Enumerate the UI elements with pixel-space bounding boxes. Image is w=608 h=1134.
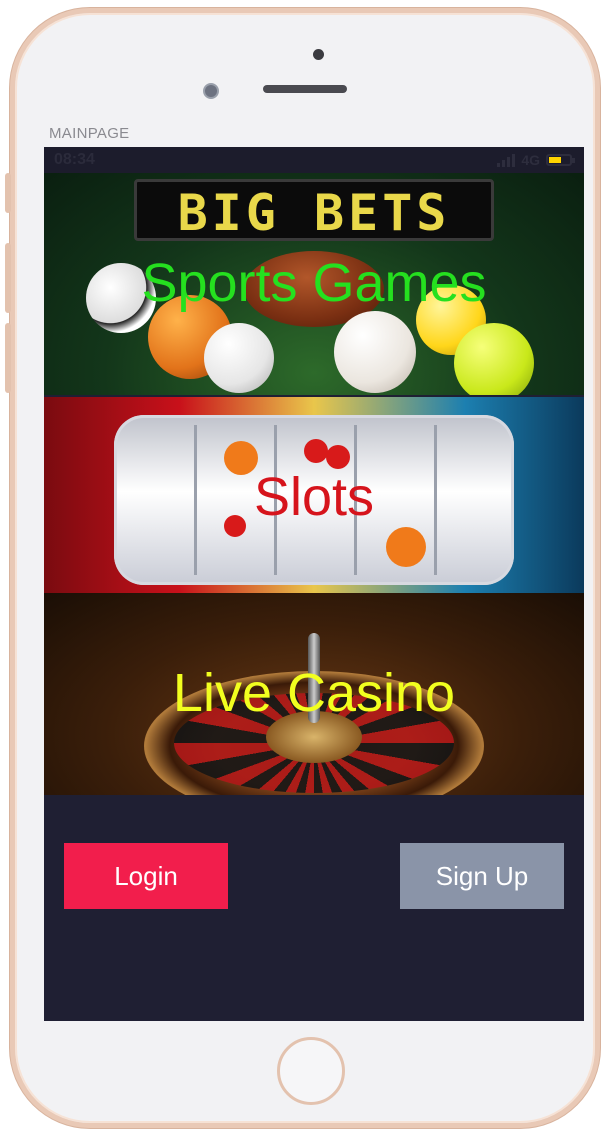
big-bets-scoreboard: BIG BETS: [134, 179, 494, 242]
login-button[interactable]: Login: [64, 843, 228, 909]
app-screen: 08:34 4G BIG BETS Sports Games Slots Liv…: [44, 147, 584, 1021]
network-type: 4G: [521, 152, 540, 168]
phone-frame: MAINPAGE 08:34 4G BIG BETS Sports Games …: [5, 8, 600, 1128]
volume-down-button: [5, 323, 11, 393]
page-label: MAINPAGE: [49, 125, 130, 142]
sign-up-button[interactable]: Sign Up: [400, 843, 564, 909]
status-bar: 08:34 4G: [44, 147, 584, 173]
live-casino-banner[interactable]: Live Casino: [44, 593, 584, 795]
signal-bars-icon: [497, 153, 516, 167]
proximity-sensor: [313, 49, 324, 60]
orange-fruit-icon: [386, 527, 426, 567]
golf-ball-icon: [204, 323, 274, 393]
home-button-icon[interactable]: [277, 1037, 345, 1105]
sports-games-banner[interactable]: BIG BETS Sports Games: [44, 173, 584, 395]
slots-title: Slots: [253, 467, 375, 527]
battery-icon: [546, 154, 575, 166]
front-camera-icon: [203, 83, 219, 99]
battery-level: [549, 157, 561, 163]
earpiece-speaker: [263, 85, 347, 93]
big-bets-text: BIG BETS: [177, 184, 451, 242]
cherry-icon: [326, 445, 350, 469]
sports-games-title: Sports Games: [141, 253, 487, 313]
status-indicators: 4G: [497, 152, 575, 168]
status-time: 08:34: [54, 151, 95, 168]
volume-up-button: [5, 243, 11, 313]
mute-switch: [5, 173, 11, 213]
cherry-icon: [304, 439, 328, 463]
baseball-icon: [334, 311, 416, 393]
slots-banner[interactable]: Slots: [44, 397, 584, 593]
tennis-ball-icon: [454, 323, 534, 395]
live-casino-title: Live Casino: [172, 663, 456, 723]
